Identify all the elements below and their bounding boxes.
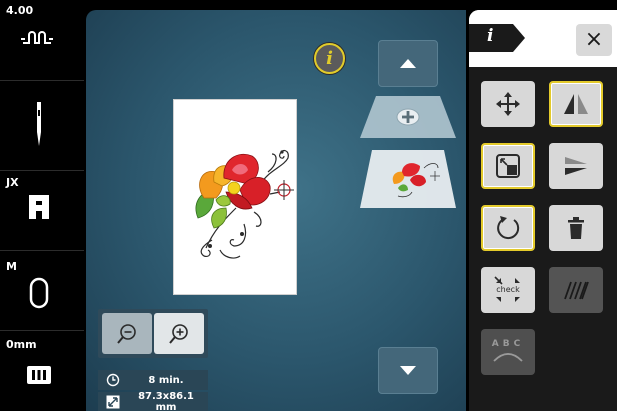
resize-icon	[106, 395, 120, 409]
trash-icon	[568, 217, 584, 239]
move-button[interactable]	[481, 81, 535, 127]
mirror-vertical-button[interactable]	[549, 143, 603, 189]
layer-up-button[interactable]	[378, 40, 438, 87]
move-arrows-icon	[496, 92, 520, 116]
flower-design[interactable]	[174, 100, 298, 296]
status-sidebar: 4.00 JX M 0mm	[0, 0, 84, 411]
satin-stitch-icon	[564, 281, 589, 300]
zoom-out-icon	[117, 323, 136, 344]
tool-grid: check ABC	[469, 67, 617, 411]
delete-button[interactable]	[549, 205, 603, 251]
thread-tension-icon[interactable]	[17, 17, 57, 57]
edit-panel-header: i ×	[469, 10, 617, 67]
check-label: check	[496, 285, 520, 294]
design-layer-card[interactable]	[360, 150, 456, 208]
info-button[interactable]: i	[314, 43, 345, 74]
zoom-in-icon	[169, 323, 188, 344]
mirror-horizontal-icon	[564, 94, 588, 114]
design-size-row: 87.3x86.1 mm	[98, 391, 208, 411]
mirror-horizontal-button[interactable]	[549, 81, 603, 127]
layer-down-button[interactable]	[378, 347, 438, 394]
edit-panel: i × check ABC	[469, 10, 617, 411]
mirror-vertical-icon	[565, 157, 587, 175]
rotate-button[interactable]	[481, 205, 535, 251]
feed-dog-icon[interactable]	[24, 360, 54, 390]
embroidery-hoop[interactable]	[173, 99, 297, 295]
bend-text-letters: ABC	[491, 339, 525, 349]
zoom-in-button[interactable]	[154, 313, 204, 354]
arrow-up-icon	[400, 59, 416, 68]
check-size-button[interactable]: check	[481, 267, 535, 313]
info-tab[interactable]	[469, 24, 529, 52]
bend-text-button[interactable]: ABC	[481, 329, 535, 375]
clock-icon	[106, 373, 120, 387]
stitch-time-value: 8 min.	[148, 374, 184, 386]
resize-button[interactable]	[481, 143, 535, 189]
stitch-plate-icon[interactable]	[26, 276, 52, 310]
arrow-down-icon	[400, 366, 416, 375]
rotate-icon	[497, 216, 520, 240]
add-layer-icon[interactable]	[396, 108, 420, 126]
layer-stack[interactable]	[358, 92, 458, 232]
close-icon: ×	[584, 27, 604, 52]
bobbin-label: M	[6, 260, 17, 273]
close-button[interactable]: ×	[576, 24, 612, 56]
design-size-value: 87.3x86.1 mm	[138, 391, 194, 411]
presser-foot-label: JX	[6, 176, 19, 189]
info-icon: i	[326, 48, 333, 69]
crosshair-icon[interactable]	[274, 180, 294, 200]
presser-foot-icon[interactable]	[26, 192, 52, 222]
zoom-controls	[98, 309, 208, 358]
needle-icon[interactable]	[22, 100, 56, 150]
presser-foot-height-value: 0mm	[6, 338, 37, 351]
thread-tension-value: 4.00	[6, 4, 34, 17]
info-tab-icon: i	[487, 26, 494, 46]
zoom-out-button[interactable]	[102, 313, 152, 354]
stitch-density-button[interactable]	[549, 267, 603, 313]
embroidery-canvas[interactable]: i 8 min. 87.3x86.1 mm	[86, 10, 466, 411]
resize-design-icon	[496, 154, 520, 178]
stitch-time-row: 8 min.	[98, 370, 208, 390]
